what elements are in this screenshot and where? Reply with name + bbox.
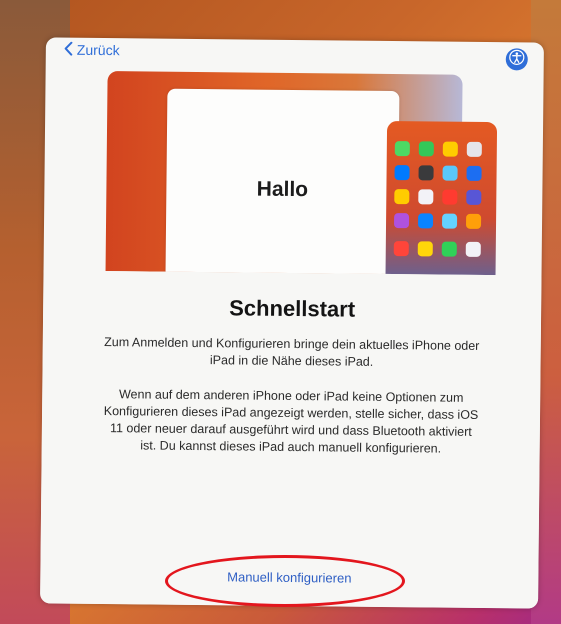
accessibility-icon bbox=[509, 49, 525, 70]
app-icon bbox=[442, 165, 458, 181]
app-icon bbox=[418, 165, 434, 181]
app-icon bbox=[441, 241, 457, 257]
app-icon bbox=[394, 165, 410, 181]
app-icon bbox=[466, 165, 482, 181]
app-icon bbox=[418, 189, 434, 205]
app-icon bbox=[465, 241, 481, 257]
highlight-annotation bbox=[165, 555, 405, 607]
app-icon bbox=[465, 213, 482, 229]
app-icon bbox=[466, 189, 482, 205]
app-icon bbox=[441, 213, 458, 229]
app-icon bbox=[394, 189, 410, 205]
intro-paragraph: Zum Anmelden und Konfigurieren bringe de… bbox=[104, 335, 480, 369]
hello-screen: Hallo bbox=[165, 88, 400, 276]
app-icon bbox=[442, 189, 458, 205]
back-button[interactable]: Zurück bbox=[64, 40, 120, 61]
quickstart-illustration: Hallo bbox=[44, 37, 544, 276]
setup-card: Hallo Zurück Schnellstart Zum Anmelden u… bbox=[40, 37, 544, 609]
hello-text: Hallo bbox=[256, 177, 309, 202]
app-icon bbox=[393, 241, 409, 257]
help-paragraph: Wenn auf dem anderen iPhone oder iPad ke… bbox=[103, 387, 479, 456]
chevron-left-icon bbox=[64, 41, 73, 58]
app-icon bbox=[417, 241, 433, 257]
phone-illustration bbox=[385, 120, 498, 276]
app-icon bbox=[466, 141, 482, 157]
app-icon bbox=[417, 213, 434, 229]
app-icon bbox=[394, 141, 410, 157]
app-icon bbox=[418, 141, 434, 157]
app-icon bbox=[393, 213, 410, 229]
page-title: Schnellstart bbox=[229, 295, 356, 322]
app-icon bbox=[442, 141, 458, 157]
back-label: Zurück bbox=[76, 41, 120, 59]
accessibility-button[interactable] bbox=[505, 48, 528, 71]
